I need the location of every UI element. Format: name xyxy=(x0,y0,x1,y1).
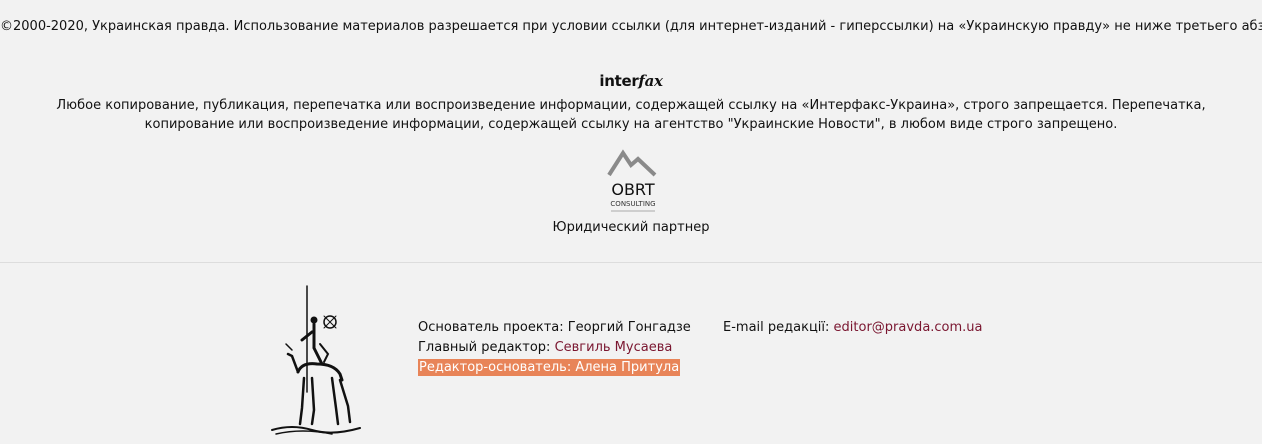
interfax-logo-part1: inter xyxy=(599,72,639,90)
don-quixote-logo xyxy=(262,284,372,436)
mountain-icon: OBRT CONSULTING xyxy=(607,149,657,212)
cofounder-line: Редактор-основатель: Алена Притула xyxy=(418,358,691,378)
cofounder-label: Редактор-основатель: Алена Притула xyxy=(418,359,681,376)
email-label: E-mail редакції: xyxy=(723,320,834,335)
chief-editor-line: Главный редактор: Севгиль Мусаева xyxy=(418,338,691,358)
copyright-text: ©2000-2020, Украинская правда. Использов… xyxy=(0,19,1262,34)
footer-divider xyxy=(0,262,1262,263)
obrt-logo-subtitle: CONSULTING xyxy=(610,200,655,208)
legal-partner-label: Юридический партнер xyxy=(552,220,710,235)
chief-editor-label: Главный редактор: xyxy=(418,340,555,355)
obrt-logo-title: OBRT xyxy=(611,180,655,199)
editorial-credits: Основатель проекта: Георгий Гонгадзе Гла… xyxy=(418,318,691,378)
interfax-logo[interactable]: interfax xyxy=(0,70,1262,92)
chief-editor-link[interactable]: Севгиль Мусаева xyxy=(555,340,673,355)
founder-line: Основатель проекта: Георгий Гонгадзе xyxy=(418,320,691,335)
interfax-logo-part2: fax xyxy=(638,72,663,90)
email-link[interactable]: editor@pravda.com.ua xyxy=(834,320,983,335)
interfax-notice: Любое копирование, публикация, перепечат… xyxy=(56,98,1206,132)
obrt-consulting-logo[interactable]: OBRT CONSULTING xyxy=(591,147,675,215)
don-quixote-icon xyxy=(271,285,361,435)
editorial-email: E-mail редакції: editor@pravda.com.ua xyxy=(723,318,983,338)
